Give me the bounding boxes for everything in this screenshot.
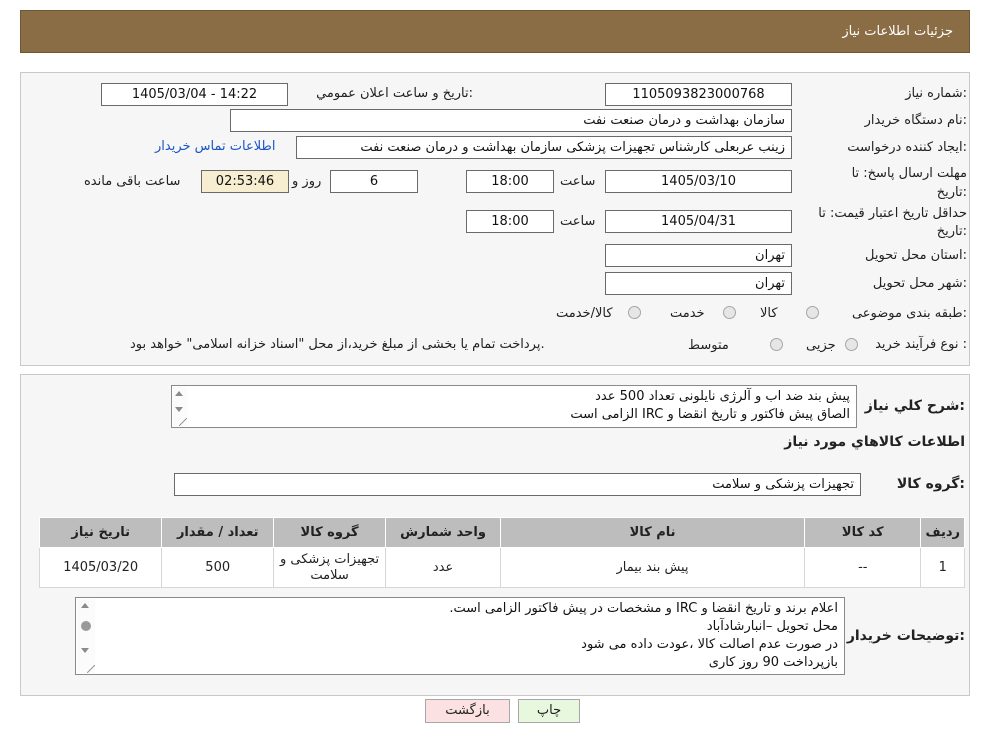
category-service-label: خدمت [670,306,705,321]
scroll-up-icon[interactable] [175,391,183,396]
validity-time-label: ساعت [560,214,596,229]
page-title: جزئیات اطلاعات نیاز [842,24,953,39]
resize-grip-icon[interactable] [179,418,187,426]
days-label: روز و [292,174,322,189]
cell-name: پیش بند بیمار [500,547,806,588]
need-number-label: شماره نیاز: [905,86,967,101]
buyer-notes-line-3: در صورت عدم اصالت کالا ،عودت داده می شود [581,637,838,652]
province-label: استان محل تحویل: [865,248,967,263]
category-goods-service-radio[interactable] [628,306,641,319]
buyer-notes-line-2: محل تحویل –انبارشادآباد [706,619,838,634]
buyer-notes-line-1: اعلام برند و تاریخ انقضا و IRC و مشخصات … [449,601,838,616]
cell-row: 1 [920,547,965,588]
category-service-radio[interactable] [723,306,736,319]
province-field: تهران [605,244,792,267]
remaining-label: ساعت باقی مانده [84,174,181,189]
col-date: تاريخ نياز [38,517,163,548]
validity-label-date: تاریخ: [936,224,967,239]
process-minor-label: جزیی [806,338,836,353]
description-label: شرح كلي نياز: [864,398,965,414]
buyer-notes-label: توضيحات خريدار: [846,628,965,644]
resize-grip-icon[interactable] [87,665,95,673]
deadline-label: مهلت ارسال پاسخ: تا [851,166,967,181]
scroll-thumb[interactable] [81,621,91,631]
deadline-label-date: تاریخ: [936,185,967,200]
process-note: پرداخت تمام یا بخشی از مبلغ خرید،از محل … [130,337,545,352]
creator-label: ایجاد کننده درخواست: [847,140,967,155]
buyer-notes-textarea[interactable]: اعلام برند و تاریخ انقضا و IRC و مشخصات … [75,597,845,675]
city-label: شهر محل تحویل: [872,276,967,291]
cell-qty: 500 [161,547,275,588]
col-name: نام كالا [500,517,806,548]
category-label: طبقه بندی موضوعی: [851,306,967,321]
creator-field: زینب عربعلی کارشناس تجهیزات پزشکی سازمان… [296,136,792,159]
deadline-date-field: 1405/03/10 [605,170,792,193]
scroll-down-icon[interactable] [81,648,89,653]
buyer-contact-link[interactable]: اطلاعات تماس خریدار [155,139,275,154]
process-label: نوع فرآیند خرید : [875,337,967,352]
process-minor-radio[interactable] [845,338,858,351]
scroll-up-icon[interactable] [81,603,89,608]
cell-date: 1405/03/20 [38,547,163,588]
scroll-down-icon[interactable] [175,407,183,412]
category-goods-label: کالا [760,306,778,321]
days-field: 6 [330,170,418,193]
col-group: گروه كالا [273,517,387,548]
description-textarea[interactable]: پیش بند ضد اب و آلرژی نایلونی تعداد 500 … [171,385,857,428]
deadline-time-label: ساعت [560,174,596,189]
table-row: 1 -- پیش بند بیمار عدد تجهیزات پزشکی و س… [38,547,965,588]
col-qty: تعداد / مقدار [161,517,275,548]
buyer-org-field: سازمان بهداشت و درمان صنعت نفت [230,109,792,132]
city-field: تهران [605,272,792,295]
category-goods-service-label: کالا/خدمت [556,306,613,321]
col-unit: واحد شمارش [385,517,502,548]
goods-table-header: رديف كد كالا نام كالا واحد شمارش گروه كا… [38,517,965,548]
announce-label: تاریخ و ساعت اعلان عمومي: [316,86,473,101]
goods-section-title: اطلاعات كالاهاي مورد نياز [784,434,965,450]
cell-unit: عدد [385,547,502,588]
validity-label: حداقل تاریخ اعتبار قیمت: تا [818,206,967,221]
need-number-field: 1105093823000768 [605,83,792,106]
process-medium-radio[interactable] [770,338,783,351]
validity-time-field: 18:00 [466,210,554,233]
cell-group: تجهیزات پزشکی و سلامت [273,547,387,588]
description-line-1: پیش بند ضد اب و آلرژی نایلونی تعداد 500 … [595,389,850,404]
remaining-time-field: 02:53:46 [201,170,289,193]
back-button[interactable]: بازگشت [425,699,510,723]
announce-date-field: 1405/03/04 - 14:22 [101,83,288,106]
category-goods-radio[interactable] [806,306,819,319]
description-line-2: الصاق پیش فاکتور و تاریخ انقضا و IRC الز… [570,407,850,422]
buyer-org-label: نام دستگاه خریدار: [864,113,967,128]
goods-table: رديف كد كالا نام كالا واحد شمارش گروه كا… [38,517,965,588]
goods-group-label: گروه كالا: [896,476,965,492]
page-header: جزئیات اطلاعات نیاز [20,10,970,53]
buyer-notes-scrollbar[interactable] [77,599,95,673]
deadline-time-field: 18:00 [466,170,554,193]
buyer-notes-line-4: بازپرداخت 90 روز کاری [708,655,838,670]
col-row: رديف [920,517,965,548]
col-code: كد كالا [804,517,922,548]
cell-code: -- [804,547,922,588]
validity-date-field: 1405/04/31 [605,210,792,233]
goods-group-field: تجهیزات پزشکی و سلامت [174,473,861,496]
print-button[interactable]: چاپ [518,699,580,723]
process-medium-label: متوسط [688,338,729,353]
description-scrollbar[interactable] [173,387,187,426]
